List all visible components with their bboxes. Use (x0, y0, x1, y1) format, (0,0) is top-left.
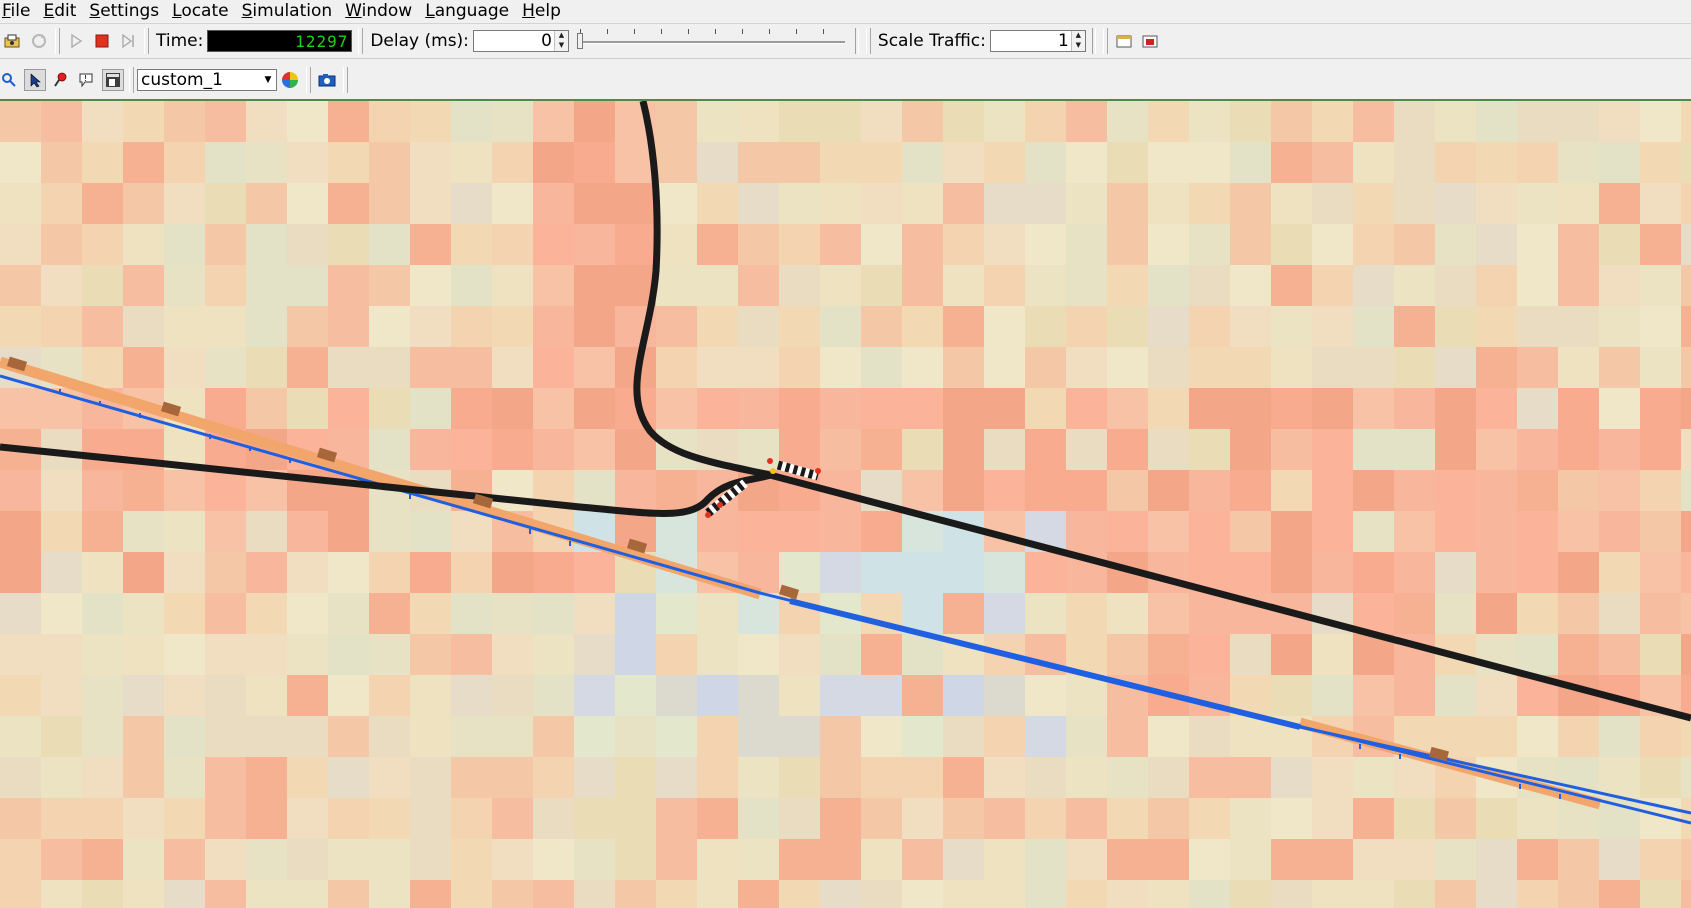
delay-spinbox[interactable]: ▲▼ (472, 30, 569, 52)
road-east (769, 471, 1691, 722)
toolbar-grip (865, 28, 871, 54)
menu-settings[interactable]: Settings (87, 0, 167, 23)
new-3d-view-icon[interactable] (1139, 30, 1161, 52)
scale-traffic-label: Scale Traffic: (877, 31, 986, 51)
toolbar-grip (306, 67, 311, 93)
slider-track (578, 41, 845, 44)
open-simulation-icon[interactable] (2, 30, 24, 52)
spin-down-icon[interactable]: ▼ (555, 41, 568, 51)
rail-track-lower (789, 598, 1301, 730)
scale-spin-arrows[interactable]: ▲ ▼ (1070, 31, 1085, 51)
step-icon[interactable] (117, 30, 139, 52)
menu-simulation[interactable]: Simulation (240, 0, 341, 23)
menu-locate[interactable]: Locate (170, 0, 236, 23)
spin-up-icon[interactable]: ▲ (1072, 31, 1085, 41)
slider-thumb[interactable] (576, 33, 583, 49)
toolbar-separator (854, 28, 859, 54)
svg-text:!: ! (84, 74, 87, 83)
new-view-icon[interactable] (1113, 30, 1135, 52)
road-network (0, 101, 1691, 825)
delay-slider[interactable] (573, 27, 845, 55)
time-display: 12297 (207, 30, 353, 52)
menu-file[interactable]: File (0, 0, 38, 23)
toolbar-grip (55, 28, 60, 54)
color-scheme-select[interactable]: custom_1 ▼ (137, 69, 277, 91)
play-icon[interactable] (65, 30, 87, 52)
view-toolbar: ! custom_1 ▼ (0, 61, 1691, 101)
toolbar-grip (358, 28, 364, 54)
locate-icon[interactable] (50, 69, 72, 91)
toolbar-grip (343, 67, 348, 93)
select-pointer-icon[interactable] (24, 69, 46, 91)
spin-up-icon[interactable]: ▲ (555, 31, 568, 41)
delay-label: Delay (ms): (370, 31, 469, 51)
road-north (633, 101, 771, 479)
toolbar-grip (129, 67, 134, 93)
menu-edit[interactable]: Edit (41, 0, 84, 23)
time-label: Time: (156, 31, 204, 51)
spin-down-icon[interactable]: ▼ (1072, 41, 1085, 51)
scale-traffic-spinbox[interactable]: ▲▼ (989, 30, 1086, 52)
stop-icon[interactable] (91, 30, 113, 52)
reload-icon[interactable] (28, 30, 50, 52)
simulation-toolbar: Time: 12297 Delay (ms): ▲▼ Scale Traffic… (0, 24, 1691, 59)
menu-window[interactable]: Window (343, 0, 420, 23)
toolbar-separator (1091, 28, 1096, 54)
camera-icon[interactable] (316, 69, 338, 91)
delay-spin-arrows[interactable]: ▲ ▼ (553, 31, 568, 51)
color-scheme-value: custom_1 (141, 70, 223, 90)
menu-icon[interactable] (102, 69, 124, 91)
tooltip-icon[interactable]: ! (76, 69, 98, 91)
color-wheel-icon[interactable] (279, 69, 301, 91)
menu-language[interactable]: Language (423, 0, 517, 23)
toolbar-grip (1102, 28, 1108, 54)
zoom-icon[interactable] (0, 69, 20, 91)
toolbar-grip (144, 28, 149, 54)
network-view[interactable] (0, 101, 1691, 908)
slider-ticks (579, 29, 843, 34)
train-cars (6, 356, 1449, 762)
menu-bar: File Edit Settings Locate Simulation Win… (0, 0, 1691, 24)
chevron-down-icon[interactable]: ▼ (261, 71, 275, 89)
menu-help[interactable]: Help (520, 0, 569, 23)
rail-track-lower-thin (1299, 725, 1691, 815)
